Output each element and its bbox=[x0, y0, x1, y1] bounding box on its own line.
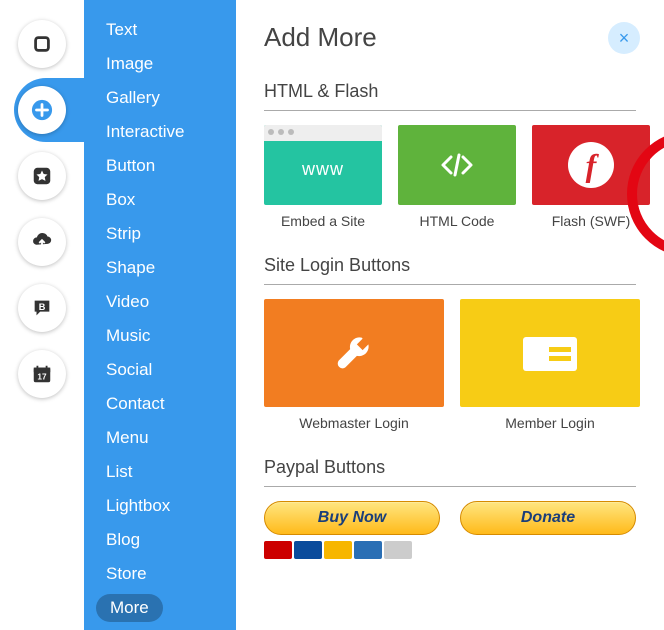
plus-icon bbox=[31, 99, 53, 121]
section-login-title: Site Login Buttons bbox=[264, 255, 636, 285]
sidebar-item-text[interactable]: Text bbox=[106, 16, 224, 44]
sidebar-item-box[interactable]: Box bbox=[106, 186, 224, 214]
svg-text:B: B bbox=[39, 302, 46, 312]
sidebar-item-list[interactable]: List bbox=[106, 458, 224, 486]
sidebar-item-blog[interactable]: Blog bbox=[106, 526, 224, 554]
card-flash[interactable]: f Flash (SWF) bbox=[532, 125, 650, 229]
visa-icon bbox=[324, 541, 352, 559]
section-html-flash-title: HTML & Flash bbox=[264, 81, 636, 111]
chat-b-icon: B bbox=[31, 297, 53, 319]
sidebar-item-gallery[interactable]: Gallery bbox=[106, 84, 224, 112]
flash-icon: f bbox=[568, 142, 614, 188]
page-title: Add More bbox=[264, 22, 636, 53]
sidebar-item-button[interactable]: Button bbox=[106, 152, 224, 180]
member-thumb bbox=[460, 299, 640, 407]
rail-bookings-button[interactable]: 17 bbox=[18, 350, 66, 398]
sidebar-item-image[interactable]: Image bbox=[106, 50, 224, 78]
card-webmaster-login[interactable]: Webmaster Login bbox=[264, 299, 444, 431]
sidebar-item-social[interactable]: Social bbox=[106, 356, 224, 384]
mastercard-icon bbox=[264, 541, 292, 559]
sidebar-item-video[interactable]: Video bbox=[106, 288, 224, 316]
webmaster-thumb bbox=[264, 299, 444, 407]
sidebar-item-strip[interactable]: Strip bbox=[106, 220, 224, 248]
card-icon bbox=[519, 329, 581, 377]
buy-now-label: Buy Now bbox=[318, 509, 386, 527]
flash-thumb: f bbox=[532, 125, 650, 205]
section-paypal-title: Paypal Buttons bbox=[264, 457, 636, 487]
wrench-icon bbox=[331, 330, 377, 376]
paypal-buy-now-button[interactable]: Buy Now bbox=[264, 501, 440, 535]
rail-add-button[interactable] bbox=[18, 86, 66, 134]
sidebar-item-more[interactable]: More bbox=[96, 594, 163, 622]
embed-www-text: www bbox=[302, 159, 344, 180]
rail-upload-button[interactable] bbox=[18, 218, 66, 266]
login-cards: Webmaster Login Member Login bbox=[264, 299, 636, 431]
html-code-label: HTML Code bbox=[420, 213, 495, 229]
member-label: Member Login bbox=[505, 415, 595, 431]
svg-text:17: 17 bbox=[37, 373, 47, 382]
card-member-login[interactable]: Member Login bbox=[460, 299, 640, 431]
browser-bar-icon bbox=[264, 125, 382, 141]
donate-label: Donate bbox=[521, 509, 575, 527]
paypal-row: Buy Now Donate bbox=[264, 501, 636, 559]
html-flash-cards: www Embed a Site HTML Code f Flash (SWF) bbox=[264, 125, 636, 229]
amex-icon bbox=[354, 541, 382, 559]
sidebar-item-menu[interactable]: Menu bbox=[106, 424, 224, 452]
sidebar-item-lightbox[interactable]: Lightbox bbox=[106, 492, 224, 520]
code-icon bbox=[437, 145, 477, 185]
webmaster-label: Webmaster Login bbox=[299, 415, 408, 431]
flash-label: Flash (SWF) bbox=[552, 213, 631, 229]
rail-appstore-button[interactable] bbox=[18, 152, 66, 200]
main-panel: Add More × HTML & Flash www Embed a Site… bbox=[236, 0, 664, 630]
card-embed-site[interactable]: www Embed a Site bbox=[264, 125, 382, 229]
rail-pages-button[interactable] bbox=[18, 20, 66, 68]
nav-rail: B 17 bbox=[0, 0, 84, 630]
credit-card-icons bbox=[264, 541, 440, 559]
sidebar-item-store[interactable]: Store bbox=[106, 560, 224, 588]
paypal-icon bbox=[294, 541, 322, 559]
close-icon: × bbox=[619, 28, 630, 49]
calendar-icon: 17 bbox=[31, 363, 53, 385]
card-html-code[interactable]: HTML Code bbox=[398, 125, 516, 229]
sidebar-item-interactive[interactable]: Interactive bbox=[106, 118, 224, 146]
rail-blog-button[interactable]: B bbox=[18, 284, 66, 332]
close-button[interactable]: × bbox=[608, 22, 640, 54]
embed-site-thumb: www bbox=[264, 125, 382, 205]
star-icon bbox=[31, 165, 53, 187]
sidebar-item-music[interactable]: Music bbox=[106, 322, 224, 350]
category-sidebar: Text Image Gallery Interactive Button Bo… bbox=[84, 0, 236, 630]
html-code-thumb bbox=[398, 125, 516, 205]
bank-icon bbox=[384, 541, 412, 559]
paypal-donate-button[interactable]: Donate bbox=[460, 501, 636, 535]
embed-site-label: Embed a Site bbox=[281, 213, 365, 229]
sidebar-item-shape[interactable]: Shape bbox=[106, 254, 224, 282]
sidebar-item-contact[interactable]: Contact bbox=[106, 390, 224, 418]
square-icon bbox=[31, 33, 53, 55]
cloud-upload-icon bbox=[31, 231, 53, 253]
